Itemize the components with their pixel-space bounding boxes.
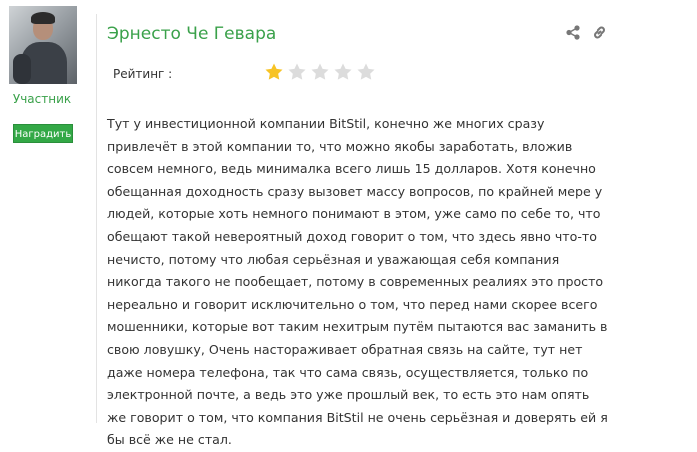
author-name[interactable]: Эрнесто Че Гевара [107,24,276,44]
review-text: Тут у инвестиционной компании BitStil, к… [107,116,608,448]
star-empty-icon[interactable] [333,62,353,82]
avatar-arm [13,54,31,84]
star-empty-icon[interactable] [356,62,376,82]
user-role: Участник [12,92,72,106]
author-sidebar: Участник Наградить [0,0,84,423]
rating-label: Рейтинг : [113,67,173,81]
rating-stars[interactable] [264,62,376,82]
star-filled-icon[interactable] [264,62,284,82]
star-empty-icon[interactable] [310,62,330,82]
star-empty-icon[interactable] [287,62,307,82]
avatar-hair [31,12,55,24]
award-button[interactable]: Наградить [13,124,73,143]
share-icon[interactable] [566,25,580,40]
column-divider [96,14,97,423]
link-icon[interactable] [592,25,607,40]
avatar[interactable] [9,6,77,84]
